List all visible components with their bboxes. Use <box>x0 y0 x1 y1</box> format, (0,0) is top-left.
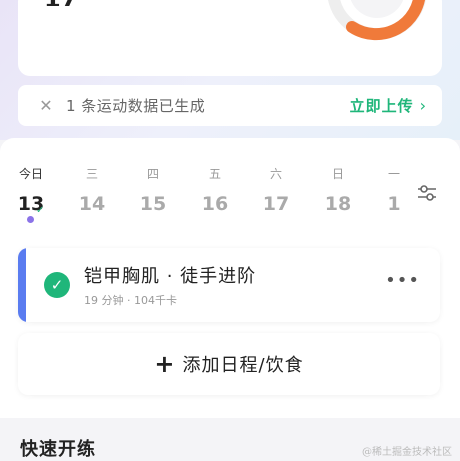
workout-card[interactable]: ✓ 铠甲胸肌 · 徒手进阶 19 分钟 · 104千卡 ••• <box>18 248 440 322</box>
date-label: 15 <box>139 193 167 215</box>
weekday-label: 日 <box>331 167 344 181</box>
day-item[interactable]: 六 17 <box>256 166 296 216</box>
weekday-label: 四 <box>146 167 159 181</box>
more-icon[interactable]: ••• <box>385 270 420 291</box>
grade-badge: A <box>369 0 385 2</box>
notice-message: 1 条运动数据已生成 <box>66 97 206 115</box>
day-item[interactable]: 一 1 <box>374 166 414 216</box>
workout-color-bar <box>18 248 26 322</box>
workout-meta: 19 分钟 · 104千卡 <box>84 294 177 307</box>
day-item[interactable]: 日 18 <box>318 166 358 216</box>
workout-title: 铠甲胸肌 · 徒手进阶 <box>84 266 257 287</box>
completed-check-icon: ✓ <box>44 272 70 298</box>
day-item[interactable]: 五 16 <box>195 166 235 216</box>
checkmark-icon: ✓ <box>36 205 45 216</box>
weekday-label: 今日 <box>18 167 43 181</box>
date-label: 17 <box>262 193 290 215</box>
day-today[interactable]: 今日 13 <box>11 166 51 216</box>
day-item[interactable]: 三 14 <box>72 166 112 216</box>
filter-sliders-icon[interactable] <box>416 182 438 204</box>
add-schedule-label: 添加日程/饮食 <box>182 355 304 376</box>
date-label: 14 <box>78 193 106 215</box>
date-label: 13 <box>17 193 45 215</box>
weekday-label: 五 <box>208 167 221 181</box>
close-icon[interactable]: ✕ <box>28 96 64 115</box>
data-generated-notice: ✕ 1 条运动数据已生成 立即上传 › <box>18 85 442 126</box>
add-schedule-button[interactable]: + 添加日程/饮食 <box>18 333 440 395</box>
summary-value: 17 <box>44 0 77 6</box>
plus-icon: + <box>154 350 175 378</box>
chevron-right-icon[interactable]: › <box>420 96 426 115</box>
weekday-label: 六 <box>269 167 282 181</box>
upload-now-link[interactable]: 立即上传 <box>350 95 414 116</box>
today-dot-indicator <box>27 216 34 223</box>
quick-start-heading: 快速开练 <box>20 439 96 460</box>
week-strip: 今日 13 三 14 四 15 五 16 六 17 日 18 一 1 <box>0 166 460 226</box>
daily-summary-card[interactable]: 17 A <box>18 0 442 76</box>
date-label: 16 <box>201 193 229 215</box>
day-item[interactable]: 四 15 <box>133 166 173 216</box>
date-label: 18 <box>324 193 352 215</box>
weekday-label: 一 <box>387 167 400 181</box>
weekday-label: 三 <box>85 167 98 181</box>
watermark: @稀土掘金技术社区 <box>362 447 452 458</box>
date-label: 1 <box>387 193 401 215</box>
progress-ring: A <box>328 0 426 41</box>
